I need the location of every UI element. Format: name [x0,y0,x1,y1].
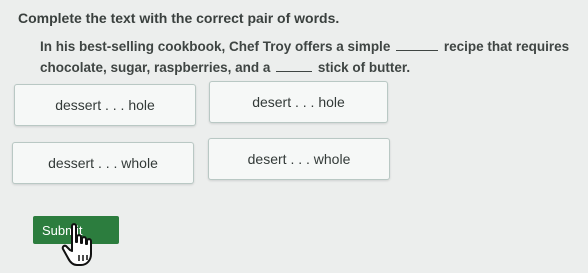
hand-pointer-icon [61,223,92,266]
passage-line1-end: recipe that requires [443,39,570,54]
choice-label: dessert . . . hole [55,97,155,113]
choice-desert-whole[interactable]: desert . . . whole [208,138,390,180]
choice-label: dessert . . . whole [48,155,158,171]
choice-label: desert . . . whole [247,151,351,167]
blank-1 [396,38,439,51]
choice-dessert-hole[interactable]: dessert . . . hole [14,84,196,126]
passage-line2-end: stick of butter. [317,60,411,75]
question-instruction: Complete the text with the correct pair … [18,10,340,26]
choice-dessert-whole[interactable]: dessert . . . whole [12,142,194,184]
passage-line2-start: chocolate, sugar, raspberries, and a [40,60,271,75]
choice-label: desert . . . hole [252,94,345,110]
choice-desert-hole[interactable]: desert . . . hole [209,81,388,123]
passage-line1-start: In his best-selling cookbook, Chef Troy … [40,39,391,54]
question-passage: In his best-selling cookbook, Chef Troy … [40,36,580,78]
blank-2 [276,59,313,72]
